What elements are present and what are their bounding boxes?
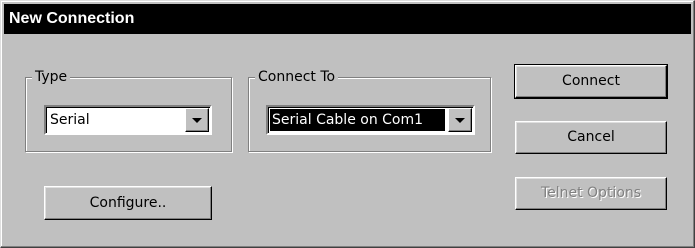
type-value: Serial (50, 112, 90, 128)
cancel-button-label: Cancel (567, 129, 615, 145)
type-group: Type Serial (25, 67, 232, 152)
configure-button-label: Configure.. (89, 195, 167, 211)
new-connection-dialog: New Connection Type Serial Connect To Se… (0, 0, 695, 248)
configure-button[interactable]: Configure.. (44, 186, 212, 220)
telnet-options-button[interactable]: Telnet Options (515, 177, 667, 210)
window-title: New Connection (9, 10, 135, 27)
type-group-label: Type (32, 67, 71, 87)
cancel-button[interactable]: Cancel (515, 121, 667, 154)
telnet-options-button-label: Telnet Options (540, 185, 642, 201)
title-bar[interactable]: New Connection (4, 4, 691, 34)
connect-to-combobox[interactable]: Serial Cable on Com1 (266, 105, 475, 135)
type-dropdown-arrow-icon[interactable] (185, 108, 209, 132)
connect-to-dropdown-arrow-icon[interactable] (448, 108, 472, 132)
connect-button[interactable]: Connect (514, 64, 668, 99)
connect-button-label: Connect (562, 73, 620, 89)
type-combobox[interactable]: Serial (44, 105, 212, 135)
connect-to-value: Serial Cable on Com1 (270, 109, 445, 131)
connect-to-group-label: Connect To (255, 67, 339, 87)
connect-to-group: Connect To Serial Cable on Com1 (248, 67, 491, 152)
